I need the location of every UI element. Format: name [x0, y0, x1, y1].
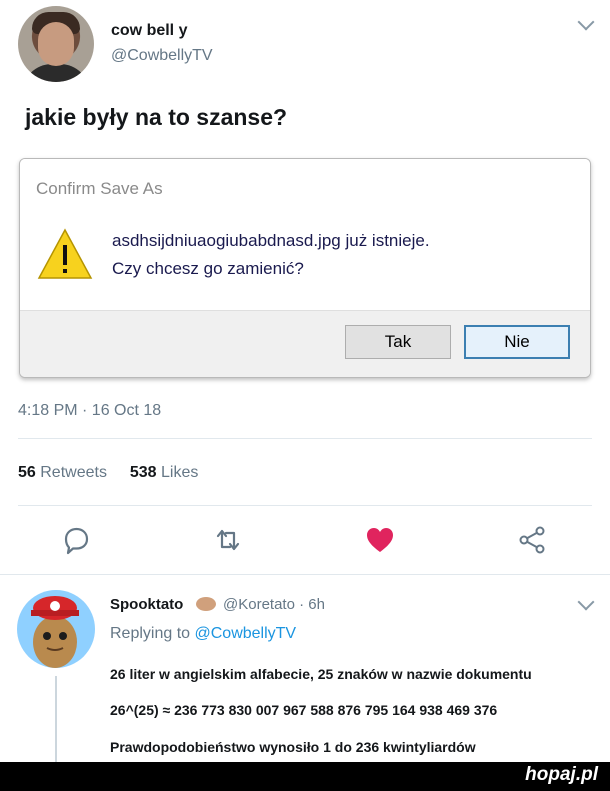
replying-prefix: Replying to — [110, 625, 191, 642]
tweet-timestamp[interactable]: 4:18 PM · 16 Oct 18 — [18, 402, 161, 420]
reply-text-line: Prawdopodobieństwo wynosiło 1 do 236 kwi… — [110, 739, 476, 755]
reply-icon[interactable] — [60, 524, 92, 556]
tweet-stats: 56 Retweets 538 Likes — [18, 464, 198, 482]
replying-to: Replying to @CowbellyTV — [110, 625, 296, 643]
thread-line — [55, 676, 57, 766]
divider — [0, 574, 610, 575]
watermark: hopaj.pl — [525, 764, 598, 785]
retweets-count[interactable]: 56 — [18, 464, 36, 481]
reply-text-line: 26 liter w angielskim alfabecie, 25 znak… — [110, 666, 532, 682]
potato-avatar-icon — [31, 596, 79, 668]
replying-to-link[interactable]: @CowbellyTV — [195, 625, 297, 642]
reply-avatar[interactable] — [17, 590, 95, 668]
dialog-title: Confirm Save As — [36, 179, 163, 198]
dialog-message-line1: asdhsijdniuaogiubabdnasd.jpg już istniej… — [112, 231, 430, 250]
likes-label[interactable]: Likes — [161, 464, 198, 481]
reply-author-name[interactable]: Spooktato — [110, 596, 183, 613]
heart-icon[interactable] — [364, 524, 396, 556]
author-name[interactable]: cow bell y — [111, 22, 187, 40]
tweet-header: cow bell y @CowbellyTV — [0, 0, 610, 90]
confirm-dialog-image[interactable]: Confirm Save As asdhsijdniuaogiubabdnasd… — [19, 158, 591, 378]
yes-button[interactable]: Tak — [345, 325, 451, 359]
likes-count[interactable]: 538 — [130, 464, 157, 481]
watermark-bar: hopaj.pl — [0, 762, 610, 791]
retweet-icon[interactable] — [212, 524, 244, 556]
retweets-label[interactable]: Retweets — [40, 464, 107, 481]
chevron-down-icon[interactable] — [577, 593, 595, 611]
no-button[interactable]: Nie — [464, 325, 570, 359]
dialog-message-line2: Czy chcesz go zamienić? — [112, 259, 304, 278]
divider — [18, 505, 592, 506]
divider — [18, 438, 592, 439]
warning-icon — [37, 228, 93, 279]
reply-text-line: 26^(25) ≈ 236 773 830 007 967 588 876 79… — [110, 702, 498, 718]
avatar[interactable] — [18, 6, 94, 82]
author-handle[interactable]: @CowbellyTV — [111, 47, 213, 65]
share-icon[interactable] — [516, 524, 548, 556]
potato-emoji-icon — [196, 597, 216, 611]
reply-author-handle[interactable]: @Koretato · 6h — [223, 596, 325, 613]
chevron-down-icon[interactable] — [577, 13, 595, 31]
tweet-text: jakie były na to szanse? — [25, 104, 288, 130]
